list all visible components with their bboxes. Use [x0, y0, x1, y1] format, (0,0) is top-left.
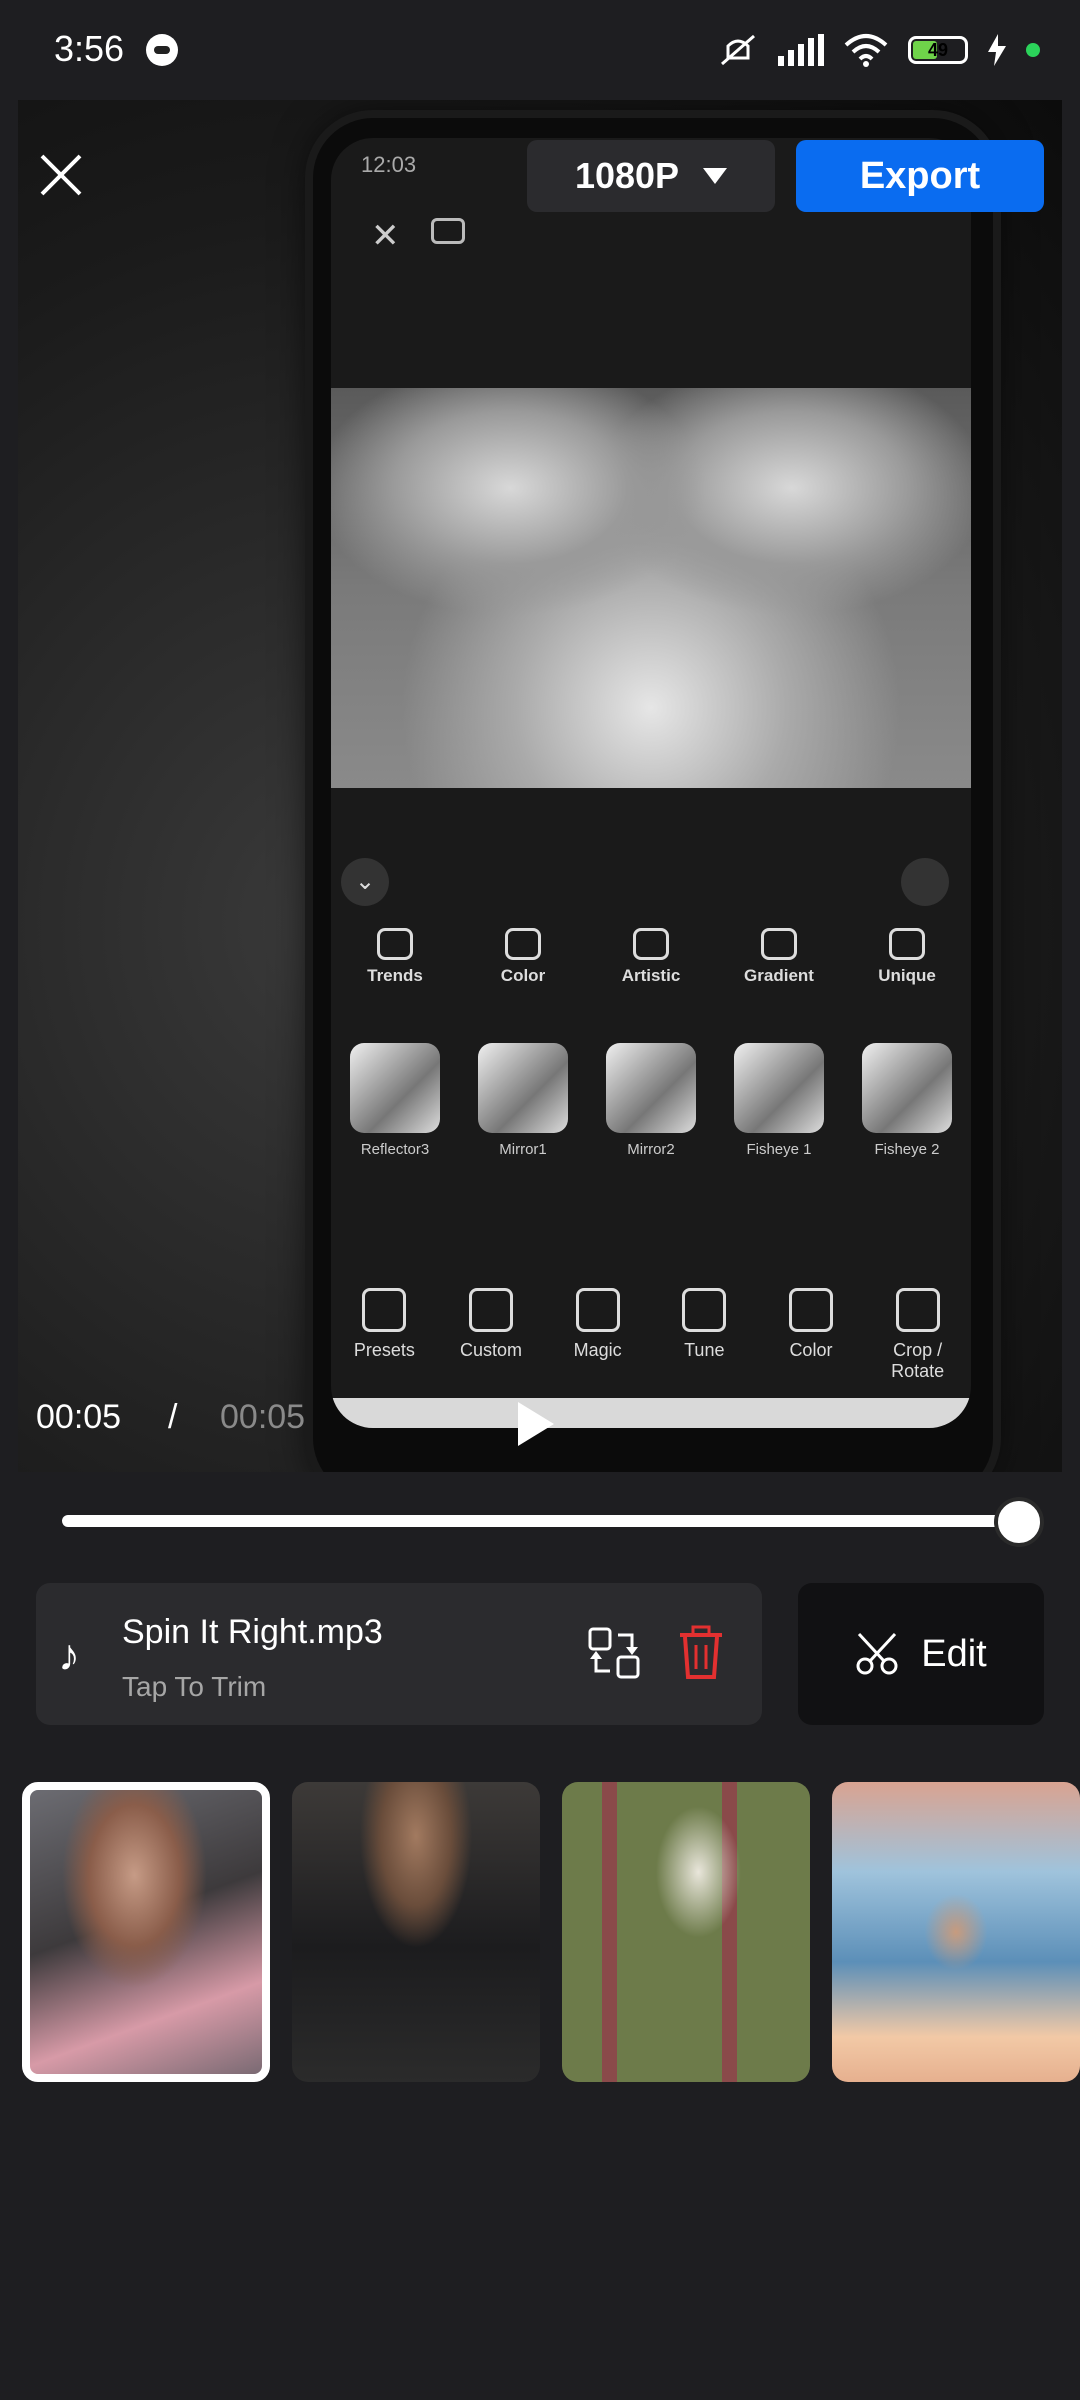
preview-tool: Tune	[664, 1288, 744, 1382]
edit-label: Edit	[921, 1632, 987, 1675]
play-icon[interactable]	[518, 1402, 554, 1446]
preview-tools: Presets Custom Magic Tune Color Crop / R…	[331, 1288, 971, 1382]
export-button[interactable]: Export	[796, 140, 1044, 212]
preview-categories: Trends Color Artistic Gradient Unique	[331, 928, 971, 986]
preview-category: Unique	[852, 928, 962, 986]
preview-effect: Fisheye 2	[862, 1043, 952, 1158]
preview-effect: Mirror1	[478, 1043, 568, 1158]
preview-category: Color	[468, 928, 578, 986]
preview-tool: Crop / Rotate	[878, 1288, 958, 1382]
preview-phone: 12:03 ✕ ⌄ Trends Color Artistic Gradient…	[313, 118, 993, 1472]
status-bar: 3:56 49	[0, 0, 1080, 100]
preview-effect: Fisheye 1	[734, 1043, 824, 1158]
template-thumbnails	[0, 1782, 1080, 2082]
template-thumbnail[interactable]	[292, 1782, 540, 2082]
scissors-icon	[856, 1632, 898, 1675]
current-time: 00:05	[36, 1398, 122, 1436]
preview-close-icon: ✕	[371, 217, 400, 255]
wifi-icon	[844, 34, 888, 67]
time-separator: /	[168, 1398, 178, 1436]
preview-effect: Reflector3	[350, 1043, 440, 1158]
template-thumbnail[interactable]	[562, 1782, 810, 2082]
close-icon	[40, 154, 82, 196]
preview-phone-navbar	[331, 1398, 971, 1428]
battery-icon: 49	[908, 36, 968, 64]
video-preview[interactable]: 12:03 ✕ ⌄ Trends Color Artistic Gradient…	[18, 100, 1062, 1472]
mute-icon	[721, 34, 755, 66]
swap-icon	[588, 1627, 640, 1679]
preview-mirrored-photo	[331, 388, 971, 788]
preview-tool: Color	[771, 1288, 851, 1382]
preview-settings-icon	[431, 218, 465, 244]
battery-level: 49	[927, 40, 949, 60]
music-track-card[interactable]: ♪ Spin It Right.mp3 Tap To Trim	[36, 1583, 762, 1725]
privacy-dot-icon	[1026, 43, 1040, 57]
preview-tool: Custom	[451, 1288, 531, 1382]
preview-tool: Magic	[558, 1288, 638, 1382]
edit-button[interactable]: Edit	[798, 1583, 1044, 1725]
template-thumbnail[interactable]	[22, 1782, 270, 2082]
music-note-icon: ♪	[58, 1631, 80, 1680]
preview-category: Trends	[340, 928, 450, 986]
caret-down-icon	[703, 168, 728, 184]
resolution-label: 1080P	[574, 155, 680, 196]
progress-slider-knob[interactable]	[994, 1497, 1044, 1547]
total-time: 00:05	[220, 1398, 306, 1436]
preview-phone-screen: 12:03 ✕ ⌄ Trends Color Artistic Gradient…	[331, 138, 971, 1428]
trash-icon	[680, 1625, 722, 1679]
status-icons: 49	[718, 30, 1040, 70]
preview-phone-time: 12:03	[361, 152, 417, 177]
status-time: 3:56	[54, 28, 125, 69]
music-title: Spin It Right.mp3	[122, 1613, 383, 1651]
close-button[interactable]	[34, 148, 88, 202]
preview-tool: Presets	[344, 1288, 424, 1382]
preview-eraser-icon	[901, 858, 949, 906]
preview-effect: Mirror2	[606, 1043, 696, 1158]
preview-category: Gradient	[724, 928, 834, 986]
replace-music-button[interactable]	[586, 1625, 642, 1681]
preview-effects: Reflector3 Mirror1 Mirror2 Fisheye 1 Fis…	[331, 1043, 971, 1158]
charging-icon	[988, 34, 1006, 66]
notification-icon	[146, 34, 178, 66]
delete-music-button[interactable]	[676, 1625, 726, 1681]
preview-category: Artistic	[596, 928, 706, 986]
resolution-dropdown[interactable]: 1080P	[527, 140, 775, 212]
template-thumbnail[interactable]	[832, 1782, 1080, 2082]
signal-icon	[778, 34, 824, 66]
progress-slider[interactable]	[62, 1515, 1022, 1527]
music-subtitle: Tap To Trim	[122, 1671, 267, 1702]
preview-chevron-icon: ⌄	[341, 858, 389, 906]
